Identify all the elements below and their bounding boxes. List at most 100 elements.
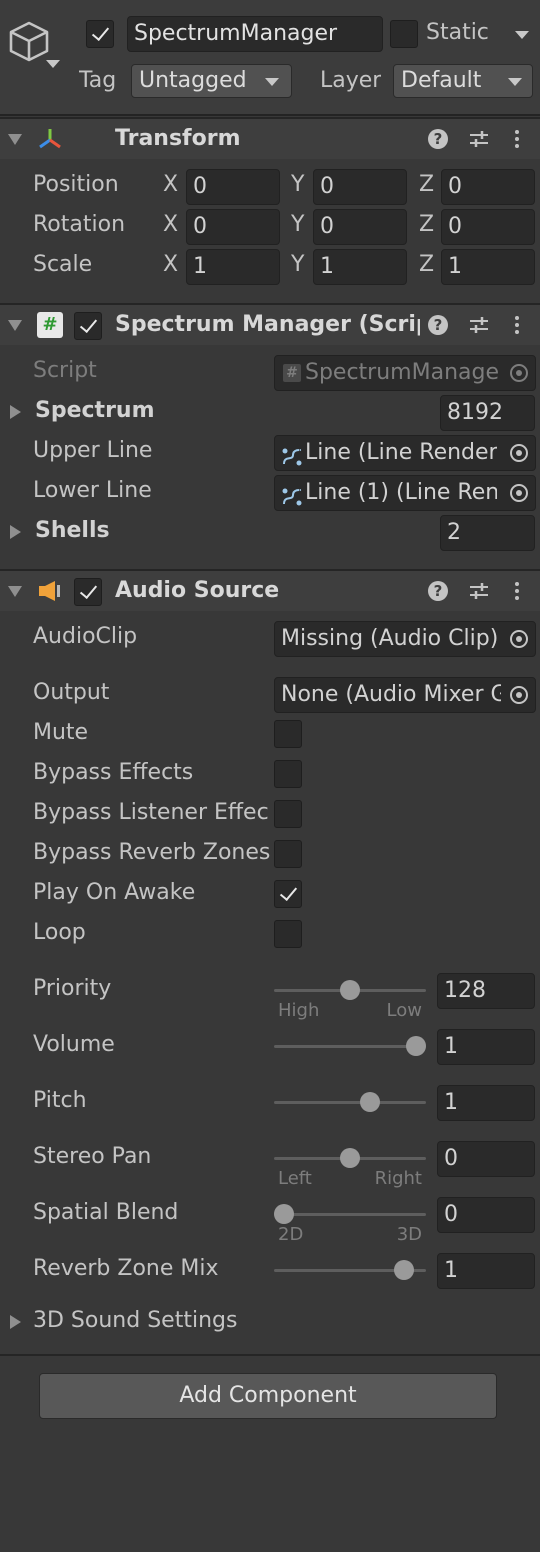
output-value: None (Audio Mixer G xyxy=(281,682,501,707)
pitch-slider-track[interactable] xyxy=(274,1101,426,1104)
stereo-pan-slider-thumb[interactable] xyxy=(340,1148,360,1168)
axis-x-label: X xyxy=(163,212,179,237)
volume-slider-track[interactable] xyxy=(274,1045,426,1048)
position-z-field[interactable]: 0 xyxy=(441,169,535,205)
context-menu-icon[interactable] xyxy=(515,316,519,334)
position-x-field[interactable]: 0 xyxy=(186,169,280,205)
gameobject-cube-icon[interactable] xyxy=(8,20,50,64)
bypass-reverb-zones-label: Bypass Reverb Zones xyxy=(33,840,271,865)
context-menu-icon[interactable] xyxy=(515,582,519,600)
add-component-button[interactable]: Add Component xyxy=(39,1373,497,1419)
chevron-down-icon xyxy=(508,78,522,86)
bypass-effects-checkbox[interactable] xyxy=(274,760,302,788)
spectrum-size-field[interactable]: 8192 xyxy=(440,395,535,431)
stereo-pan-min-label: Left xyxy=(278,1168,312,1189)
spectrum-manager-header[interactable]: # Spectrum Manager (Scrip ? xyxy=(0,303,540,345)
reverb-zone-mix-slider-thumb[interactable] xyxy=(393,1260,414,1280)
axis-x-label: X xyxy=(163,252,179,277)
audio-source-enabled-checkbox[interactable] xyxy=(74,578,102,606)
shells-label: Shells xyxy=(35,518,110,543)
script-field: # SpectrumManage xyxy=(274,355,536,391)
loop-checkbox[interactable] xyxy=(274,920,302,948)
help-icon[interactable]: ? xyxy=(428,315,448,335)
spectrum-manager-title: Spectrum Manager (Scrip xyxy=(115,312,420,337)
shells-size-field[interactable]: 2 xyxy=(440,515,535,551)
stereo-pan-max-label: Right xyxy=(374,1168,422,1189)
3d-sound-settings-label[interactable]: 3D Sound Settings xyxy=(33,1308,237,1333)
object-picker-icon[interactable] xyxy=(510,444,528,462)
active-checkbox[interactable] xyxy=(86,20,114,48)
scale-y-field[interactable]: 1 xyxy=(313,249,407,285)
spatial-blend-slider-thumb[interactable] xyxy=(274,1204,294,1224)
presets-icon[interactable] xyxy=(468,315,490,335)
reverb-zone-mix-label: Reverb Zone Mix xyxy=(33,1256,219,1281)
context-menu-icon[interactable] xyxy=(515,130,519,148)
line-renderer-icon xyxy=(281,484,303,506)
spatial-blend-slider-track[interactable] xyxy=(274,1213,426,1216)
static-dropdown-arrow[interactable] xyxy=(515,31,529,39)
bypass-effects-label: Bypass Effects xyxy=(33,760,194,785)
bypass-listener-effects-checkbox[interactable] xyxy=(274,800,302,828)
rotation-y-field[interactable]: 0 xyxy=(313,209,407,245)
lower-line-value: Line (1) (Line Ren xyxy=(305,480,497,505)
static-checkbox[interactable] xyxy=(390,20,418,48)
pitch-label: Pitch xyxy=(33,1088,87,1113)
object-picker-icon[interactable] xyxy=(510,686,528,704)
bypass-reverb-zones-checkbox[interactable] xyxy=(274,840,302,868)
shells-foldout-icon[interactable] xyxy=(10,525,21,539)
rotation-x-field[interactable]: 0 xyxy=(186,209,280,245)
spectrum-foldout-icon[interactable] xyxy=(10,405,21,419)
object-picker-icon[interactable] xyxy=(510,484,528,502)
pitch-value-field[interactable]: 1 xyxy=(437,1085,535,1121)
audioclip-label: AudioClip xyxy=(33,624,138,649)
axis-z-label: Z xyxy=(419,252,435,277)
tag-dropdown[interactable]: Untagged xyxy=(131,64,292,98)
scale-label: Scale xyxy=(33,252,93,277)
priority-max-label: Low xyxy=(386,1000,422,1021)
lower-line-field[interactable]: Line (1) (Line Ren xyxy=(274,475,536,511)
scale-z-field[interactable]: 1 xyxy=(441,249,535,285)
layer-dropdown[interactable]: Default xyxy=(393,64,533,98)
mute-checkbox[interactable] xyxy=(274,720,302,748)
audio-source-header[interactable]: Audio Source ? xyxy=(0,569,540,611)
volume-slider-thumb[interactable] xyxy=(406,1036,426,1056)
priority-min-label: High xyxy=(278,1000,320,1021)
transform-axes-icon xyxy=(37,126,63,152)
priority-slider-thumb[interactable] xyxy=(340,980,360,1000)
stereo-pan-value-field[interactable]: 0 xyxy=(437,1141,535,1177)
foldout-expanded-icon[interactable] xyxy=(8,320,22,331)
priority-value-field[interactable]: 128 xyxy=(437,973,535,1009)
script-icon: # xyxy=(37,312,63,338)
presets-icon[interactable] xyxy=(468,129,490,149)
presets-icon[interactable] xyxy=(468,581,490,601)
rotation-z-field[interactable]: 0 xyxy=(441,209,535,245)
position-y-field[interactable]: 0 xyxy=(313,169,407,205)
reverb-zone-mix-value-field[interactable]: 1 xyxy=(437,1253,535,1289)
icon-dropdown-arrow[interactable] xyxy=(46,60,60,68)
rotation-label: Rotation xyxy=(33,212,126,237)
volume-value-field[interactable]: 1 xyxy=(437,1029,535,1065)
help-icon[interactable]: ? xyxy=(428,129,448,149)
3d-sound-settings-foldout-icon[interactable] xyxy=(10,1315,21,1329)
spectrum-manager-enabled-checkbox[interactable] xyxy=(74,312,102,340)
spatial-blend-min-label: 2D xyxy=(278,1224,304,1245)
object-name-field[interactable]: SpectrumManager xyxy=(127,16,383,52)
axis-z-label: Z xyxy=(419,172,435,197)
audioclip-field[interactable]: Missing (Audio Clip) xyxy=(274,621,536,657)
play-on-awake-label: Play On Awake xyxy=(33,880,196,905)
position-label: Position xyxy=(33,172,119,197)
tag-value: Untagged xyxy=(139,68,247,93)
play-on-awake-checkbox[interactable] xyxy=(274,880,302,908)
spatial-blend-value-field[interactable]: 0 xyxy=(437,1197,535,1233)
transform-header[interactable]: Transform ? xyxy=(0,117,540,159)
layer-value: Default xyxy=(401,68,482,93)
pitch-slider-thumb[interactable] xyxy=(360,1092,381,1112)
foldout-expanded-icon[interactable] xyxy=(8,586,22,597)
upper-line-field[interactable]: Line (Line Render xyxy=(274,435,536,471)
scale-x-field[interactable]: 1 xyxy=(186,249,280,285)
chevron-down-icon xyxy=(265,78,279,86)
help-icon[interactable]: ? xyxy=(428,581,448,601)
foldout-expanded-icon[interactable] xyxy=(8,134,22,145)
output-field[interactable]: None (Audio Mixer G xyxy=(274,677,536,713)
object-picker-icon[interactable] xyxy=(510,630,528,648)
